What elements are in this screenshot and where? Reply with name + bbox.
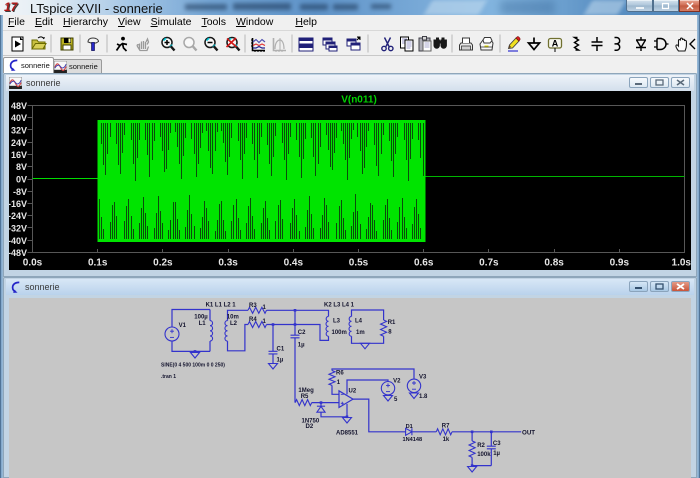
svg-text:-48V: -48V (9, 248, 27, 258)
svg-text:R6: R6 (336, 371, 344, 377)
svg-text:V1: V1 (179, 323, 187, 329)
svg-text:0.4s: 0.4s (284, 258, 304, 269)
svg-text:10m: 10m (227, 315, 239, 321)
svg-text:0.6s: 0.6s (414, 258, 434, 269)
svg-text:0.0s: 0.0s (23, 258, 43, 269)
svg-text:OUT: OUT (522, 429, 535, 436)
svg-text:D2: D2 (306, 424, 314, 430)
svg-text:-40V: -40V (9, 236, 27, 246)
svg-text:1k: 1k (443, 437, 450, 443)
svg-text:100µ: 100µ (194, 315, 208, 321)
svg-text:1m: 1m (356, 330, 365, 336)
svg-text:R2: R2 (477, 443, 485, 449)
svg-text:0.9s: 0.9s (610, 258, 630, 269)
svg-text:R7: R7 (442, 423, 450, 429)
svg-text:L3: L3 (333, 319, 341, 325)
svg-text:C1: C1 (277, 347, 285, 353)
svg-text:L2: L2 (230, 321, 238, 327)
svg-text:1: 1 (337, 380, 341, 386)
svg-text:-32V: -32V (9, 224, 27, 234)
svg-text:K2 L3 L4 1: K2 L3 L4 1 (324, 303, 355, 309)
svg-text:8V: 8V (16, 162, 27, 172)
svg-text:1: 1 (263, 319, 267, 325)
svg-text:AD8551: AD8551 (336, 431, 359, 437)
svg-text:1: 1 (263, 305, 267, 311)
svg-text:48V: 48V (11, 101, 27, 111)
svg-text:.tran 1: .tran 1 (161, 374, 176, 380)
svg-text:1µ: 1µ (277, 358, 284, 364)
svg-text:V2: V2 (393, 378, 401, 384)
svg-text:L1: L1 (199, 321, 207, 327)
svg-text:8: 8 (388, 329, 392, 335)
svg-text:K1 L1 L2 1: K1 L1 L2 1 (206, 303, 237, 309)
svg-text:V3: V3 (419, 374, 427, 380)
svg-text:100k: 100k (477, 452, 491, 458)
svg-text:0.7s: 0.7s (479, 258, 499, 269)
svg-text:-16V: -16V (9, 199, 27, 209)
svg-text:0.3s: 0.3s (218, 258, 238, 269)
svg-text:-24V: -24V (9, 211, 27, 221)
svg-text:0.5s: 0.5s (349, 258, 369, 269)
svg-text:1N4148: 1N4148 (403, 437, 423, 443)
svg-text:5: 5 (394, 397, 398, 403)
svg-text:40V: 40V (11, 113, 27, 123)
svg-text:R4: R4 (249, 317, 257, 323)
svg-text:C3: C3 (493, 441, 501, 447)
svg-text:16V: 16V (11, 150, 27, 160)
svg-text:1µ: 1µ (298, 343, 305, 349)
svg-text:R5: R5 (301, 394, 309, 400)
svg-text:100m: 100m (332, 330, 347, 336)
svg-text:0.2s: 0.2s (153, 258, 173, 269)
svg-text:R3: R3 (249, 303, 257, 309)
svg-text:1.8: 1.8 (419, 394, 428, 400)
svg-text:1µ: 1µ (493, 451, 500, 457)
svg-text:32V: 32V (11, 126, 27, 136)
svg-text:U2: U2 (349, 389, 357, 395)
svg-text:L4: L4 (355, 319, 363, 325)
svg-text:V(n011): V(n011) (341, 95, 377, 106)
svg-text:SINE(0 4 500 100m 0 0 250): SINE(0 4 500 100m 0 0 250) (161, 363, 225, 369)
svg-text:24V: 24V (11, 138, 27, 148)
svg-text:0V: 0V (16, 175, 27, 185)
svg-text:-8V: -8V (13, 187, 27, 197)
svg-text:0.1s: 0.1s (88, 258, 108, 269)
svg-text:A: A (552, 39, 559, 49)
svg-text:C2: C2 (298, 330, 306, 336)
svg-text:1.0s: 1.0s (672, 258, 691, 269)
svg-text:D1: D1 (406, 424, 413, 430)
svg-text:0.8s: 0.8s (544, 258, 564, 269)
svg-text:R1: R1 (388, 320, 396, 326)
